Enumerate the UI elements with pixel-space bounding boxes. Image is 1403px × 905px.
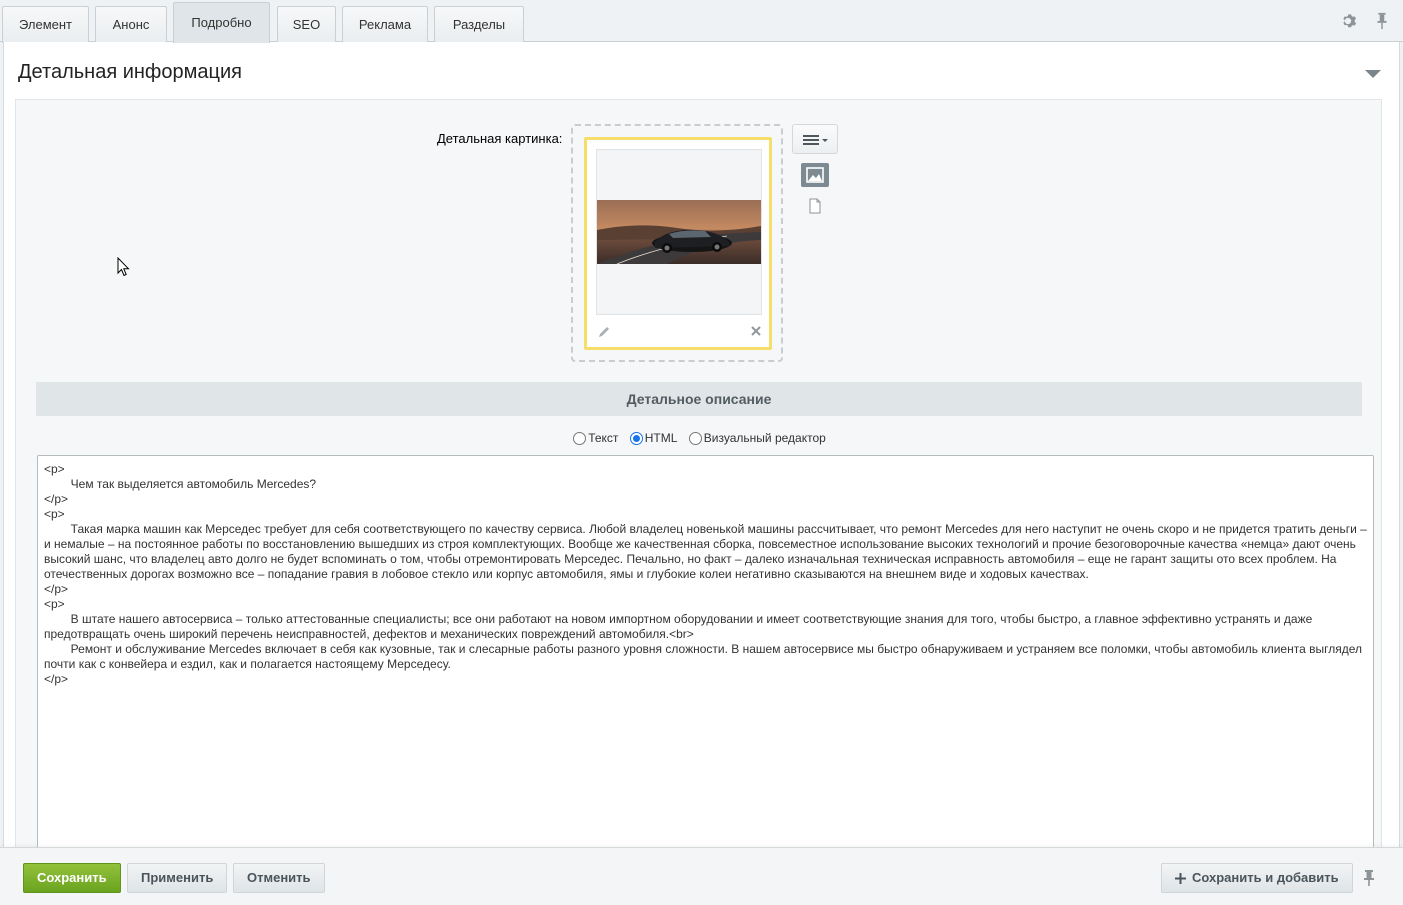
editor-mode-switch: Текст HTML Визуальный редактор [16, 431, 1383, 448]
mode-text[interactable]: Текст [573, 431, 618, 445]
section-title: Детальная информация [18, 61, 242, 83]
radio-visual[interactable] [688, 431, 702, 445]
radio-html[interactable] [629, 431, 643, 445]
image-icon [806, 167, 824, 183]
mode-visual-label: Визуальный редактор [703, 431, 826, 445]
mouse-cursor-icon [117, 257, 130, 277]
section-header: Детальная информация [18, 58, 1386, 100]
detail-image-label: Детальная картинка: [437, 131, 563, 146]
plus-icon [1175, 872, 1186, 884]
apply-button[interactable]: Применить [127, 863, 228, 893]
tab-bar: Элемент Анонс Подробно SEO Реклама Разде… [0, 0, 1403, 43]
save-and-add-button[interactable]: Сохранить и добавить [1161, 863, 1353, 893]
mode-html[interactable]: HTML [629, 431, 678, 445]
pin-icon[interactable] [1362, 870, 1376, 886]
file-icon[interactable] [808, 198, 822, 214]
image-card [584, 137, 772, 350]
image-upload-button[interactable] [801, 163, 829, 187]
html-editor-textarea[interactable]: <p> Чем так выделяется автомобиль Merced… [37, 455, 1374, 875]
chevron-down-icon[interactable] [1364, 68, 1382, 80]
footer-bar: Сохранить Применить Отменить Сохранить и… [0, 847, 1403, 905]
image-dropzone[interactable] [571, 124, 783, 362]
pencil-icon[interactable] [597, 325, 611, 339]
mode-html-label: HTML [644, 431, 678, 445]
tab-seo[interactable]: SEO [277, 6, 336, 43]
section-body: Детальная картинка: Детальное описание Т… [15, 99, 1383, 875]
close-icon[interactable] [749, 324, 763, 338]
cancel-button[interactable]: Отменить [233, 863, 325, 893]
tab-advertising[interactable]: Реклама [342, 6, 428, 43]
tab-announce[interactable]: Анонс [95, 6, 167, 43]
save-button[interactable]: Сохранить [23, 863, 121, 893]
pin-icon[interactable] [1373, 12, 1391, 30]
mode-visual[interactable]: Визуальный редактор [688, 431, 826, 445]
image-menu-button[interactable] [792, 124, 838, 154]
radio-text[interactable] [573, 431, 587, 445]
image-preview-frame[interactable] [596, 149, 762, 315]
car-photo [597, 200, 761, 264]
save-and-add-label: Сохранить и добавить [1192, 870, 1339, 885]
description-header: Детальное описание [36, 382, 1362, 416]
mode-text-label: Текст [588, 431, 619, 445]
tab-sections[interactable]: Разделы [434, 6, 524, 43]
gear-icon[interactable] [1339, 12, 1357, 30]
tab-details[interactable]: Подробно [173, 2, 270, 43]
details-panel: Детальная информация Детальная картинка: [3, 42, 1400, 875]
menu-dropdown-icon [803, 135, 828, 145]
tab-element[interactable]: Элемент [2, 6, 89, 43]
